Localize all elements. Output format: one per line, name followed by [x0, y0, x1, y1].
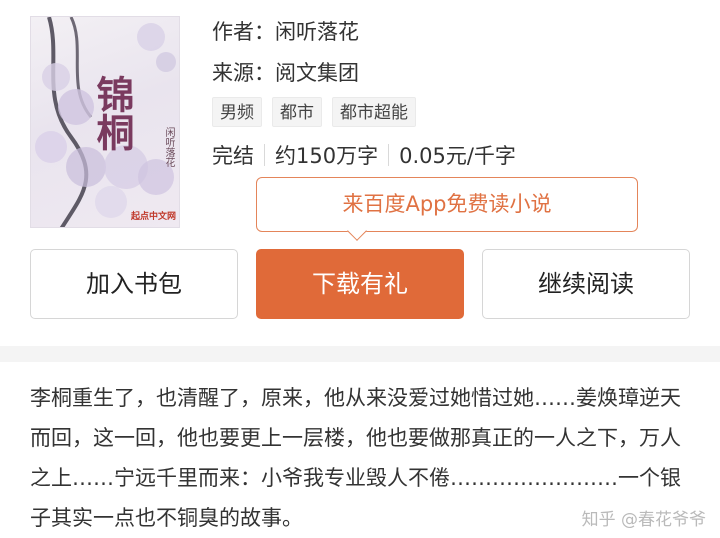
watermark: 知乎 @春花爷爷	[581, 510, 706, 530]
divider	[388, 144, 390, 166]
tag-item[interactable]: 都市	[272, 97, 322, 127]
tag-item[interactable]: 都市超能	[332, 97, 416, 127]
download-button[interactable]: 下载有礼	[256, 249, 464, 319]
divider	[264, 144, 265, 166]
author-line: 作者：闲听落花	[212, 20, 359, 44]
tag-item[interactable]: 男频	[212, 97, 262, 127]
tag-list: 男频 都市 都市超能	[212, 97, 416, 127]
continue-reading-button[interactable]: 继续阅读	[482, 249, 690, 319]
source-line: 来源：阅文集团	[212, 61, 359, 85]
promo-banner[interactable]: 来百度App免费读小说	[256, 177, 638, 232]
status-text: 完结	[212, 144, 254, 168]
section-divider	[0, 346, 720, 362]
cover-author: 闲听落花	[163, 127, 174, 167]
publisher-logo: 起点中文网	[131, 212, 177, 222]
add-to-shelf-button[interactable]: 加入书包	[30, 249, 238, 319]
book-detail-page: 锦桐 闲听落花 起点中文网 作者：闲听落花 来源：阅文集团 男频 都市 都市超能…	[0, 0, 720, 538]
cover-title: 锦桐	[90, 75, 135, 151]
book-cover[interactable]: 锦桐 闲听落花 起点中文网	[30, 16, 180, 228]
book-stats: 完结 约150万字 0.05元/千字	[212, 140, 516, 170]
price-text: 0.05元/千字	[399, 144, 516, 168]
word-count: 约150万字	[275, 144, 379, 168]
